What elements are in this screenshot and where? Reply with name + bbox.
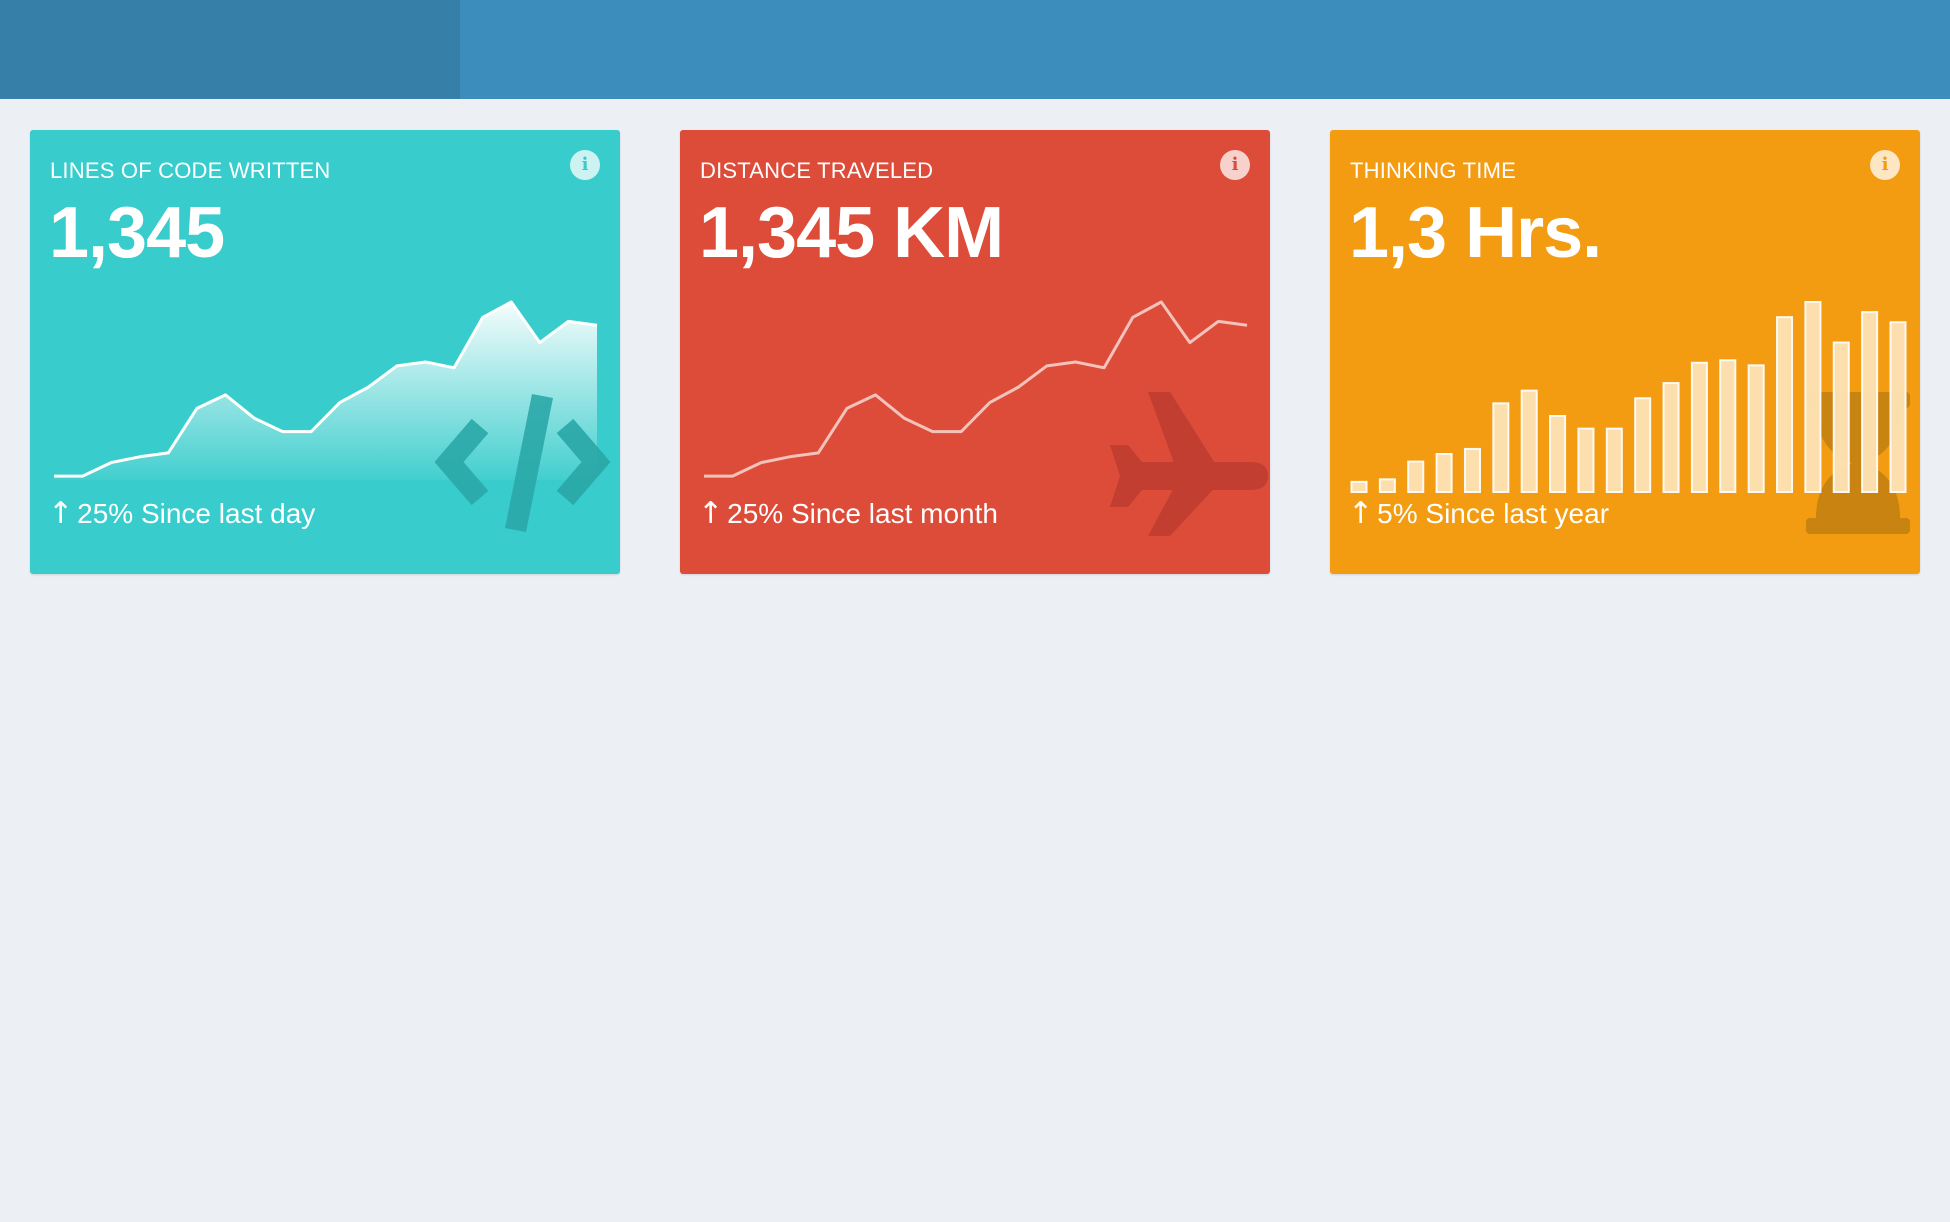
card-value: 1,345 <box>49 193 225 273</box>
arrow-up-icon: ↑ <box>1348 496 1374 531</box>
bar-17 <box>1832 341 1850 493</box>
bar-14 <box>1747 364 1765 493</box>
bar-15 <box>1776 316 1794 493</box>
stat-card-thinking-time: THINKING TIME 1,3 Hrs. i ↑ 5% Since last… <box>1330 130 1920 574</box>
bar-8 <box>1577 427 1595 493</box>
bar-19 <box>1889 321 1907 493</box>
bar-18 <box>1861 311 1879 493</box>
brand-logo-area[interactable] <box>0 0 460 99</box>
arrow-up-icon: ↑ <box>698 496 724 531</box>
card-value: 1,3 Hrs. <box>1349 193 1602 273</box>
bar-2 <box>1407 460 1425 494</box>
card-change: ↑ 25% Since last month <box>698 496 998 531</box>
card-change: ↑ 5% Since last year <box>1348 496 1609 531</box>
change-text: 25% Since last day <box>77 497 316 529</box>
info-icon[interactable]: i <box>1220 150 1250 180</box>
bar-0 <box>1350 480 1368 494</box>
card-title: DISTANCE TRAVELED <box>700 158 934 183</box>
top-navbar <box>0 0 1950 99</box>
card-value: 1,345 KM <box>699 193 1004 273</box>
bar-16 <box>1804 301 1822 493</box>
info-icon[interactable]: i <box>1870 150 1900 180</box>
stat-card-distance: DISTANCE TRAVELED 1,345 KM i ↑ 25% Since… <box>680 130 1270 574</box>
card-title: THINKING TIME <box>1350 158 1516 183</box>
card-change: ↑ 25% Since last day <box>48 496 315 531</box>
bar-9 <box>1605 427 1623 493</box>
change-text: 25% Since last month <box>727 497 998 529</box>
bar-11 <box>1662 382 1680 493</box>
bar-12 <box>1690 361 1708 493</box>
bar-10 <box>1634 397 1652 493</box>
card-title: LINES OF CODE WRITTEN <box>50 158 331 183</box>
info-icon[interactable]: i <box>570 150 600 180</box>
plane-icon <box>1110 392 1268 536</box>
arrow-up-icon: ↑ <box>48 496 74 531</box>
bar-13 <box>1719 359 1737 493</box>
bar-1 <box>1378 478 1396 494</box>
bar-6 <box>1520 389 1538 493</box>
bar-7 <box>1549 415 1567 493</box>
bar-5 <box>1492 402 1510 494</box>
stat-card-lines-of-code: LINES OF CODE WRITTEN 1,345 i ↑ 25% Sinc… <box>30 130 620 574</box>
change-text: 5% Since last year <box>1377 497 1610 529</box>
bar-3 <box>1435 453 1453 493</box>
code-icon <box>435 394 611 532</box>
bar-4 <box>1463 447 1481 493</box>
